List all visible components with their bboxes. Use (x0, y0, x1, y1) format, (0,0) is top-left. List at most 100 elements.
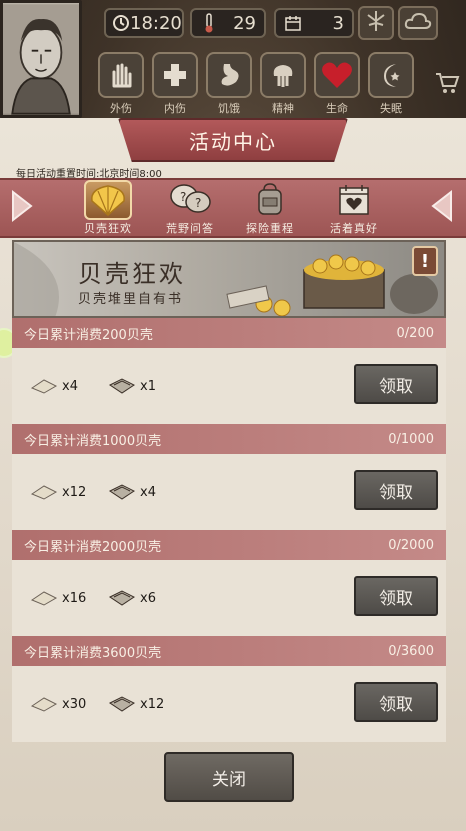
heart-icon (314, 52, 360, 98)
calendar-heart-icon (330, 180, 378, 220)
status-mental[interactable]: 精神 (258, 52, 308, 116)
reward-item-count: x12 (62, 484, 87, 500)
reward-header: 今日累计消费200贝壳 0/200 (12, 318, 446, 348)
time-display: 18:20 (104, 8, 184, 38)
chevron-right-icon (427, 188, 455, 228)
temperature-display: 29 (190, 8, 266, 38)
paper-icon (30, 482, 58, 502)
shop-cart-icon[interactable] (434, 70, 460, 96)
book-icon (108, 376, 136, 396)
reward-item: x4 (30, 374, 78, 398)
reward-progress: 0/1000 (388, 431, 434, 447)
reward-item: x4 (108, 480, 156, 504)
reward-item-count: x4 (140, 484, 156, 500)
reward-item: x1 (108, 374, 156, 398)
claim-button[interactable]: 领取 (354, 364, 438, 404)
moon-icon (368, 52, 414, 98)
day-value: 3 (332, 12, 344, 34)
paper-icon (30, 694, 58, 714)
reward-item-count: x1 (140, 378, 156, 394)
tab-wild-quiz[interactable]: ?? 荒野问答 (160, 180, 220, 238)
status-label: 外伤 (110, 102, 132, 115)
status-insomnia[interactable]: 失眠 (366, 52, 416, 116)
reward-item-count: x30 (62, 696, 87, 712)
temperature-value: 29 (233, 12, 256, 34)
time-value: 18:20 (130, 12, 182, 34)
book-icon (108, 588, 136, 608)
claim-button[interactable]: 领取 (354, 470, 438, 510)
tab-alive-good[interactable]: 活着真好 (324, 180, 384, 238)
close-button[interactable]: 关闭 (164, 752, 294, 802)
status-label: 失眠 (380, 102, 402, 115)
tab-shell-carnival[interactable]: 贝壳狂欢 (78, 180, 138, 238)
reward-row: x4 x1 领取 (12, 348, 446, 424)
reward-item-count: x6 (140, 590, 156, 606)
treasure-chest-icon (226, 254, 438, 316)
reward-row: x30 x12 领取 (12, 666, 446, 742)
paper-icon (30, 376, 58, 396)
backpack-icon (246, 180, 294, 220)
tab-label: 荒野问答 (166, 222, 214, 235)
tab-label: 探险重程 (246, 222, 294, 235)
reward-title: 今日累计消费2000贝壳 (24, 539, 162, 555)
reward-item-count: x16 (62, 590, 87, 606)
reward-item-count: x4 (62, 378, 78, 394)
event-banner: 贝壳狂欢 贝壳堆里自有书 ! (12, 240, 446, 318)
clock-icon (112, 12, 130, 34)
reward-row: x12 x4 领取 (12, 454, 446, 530)
banner-title: 贝壳狂欢 (78, 260, 186, 288)
reward-item-count: x12 (140, 696, 165, 712)
status-label: 生命 (326, 102, 348, 115)
status-injury[interactable]: 外伤 (96, 52, 146, 116)
reward-header: 今日累计消费3600贝壳 0/3600 (12, 636, 446, 666)
reward-progress: 0/3600 (388, 643, 434, 659)
svg-text:?: ? (195, 196, 201, 210)
book-icon (108, 482, 136, 502)
leaf-button[interactable] (358, 6, 394, 40)
panel-title: 活动中心 (118, 118, 348, 162)
calendar-icon (282, 12, 304, 34)
shell-icon (84, 180, 132, 220)
weather-button[interactable] (398, 6, 438, 40)
reward-progress: 0/2000 (388, 537, 434, 553)
status-label: 饥饿 (218, 102, 240, 115)
reward-item: x6 (108, 586, 156, 610)
status-row: 外伤 内伤 饥饿 精神 生命 失眠 (96, 52, 416, 116)
reward-item: x30 (30, 692, 86, 716)
tab-prev-button[interactable] (6, 188, 40, 228)
reward-item: x16 (30, 586, 86, 610)
claim-button[interactable]: 领取 (354, 576, 438, 616)
cloud-icon (404, 11, 432, 35)
reward-title: 今日累计消费1000贝壳 (24, 433, 162, 449)
leaf-icon (364, 9, 388, 37)
tab-expedition[interactable]: 探险重程 (240, 180, 300, 238)
info-button[interactable]: ! (412, 246, 438, 276)
svg-text:?: ? (180, 190, 186, 204)
reward-header: 今日累计消费2000贝壳 0/2000 (12, 530, 446, 560)
status-label: 内伤 (164, 102, 186, 115)
hand-icon (98, 52, 144, 98)
reward-progress: 0/200 (396, 325, 434, 341)
reward-header: 今日累计消费1000贝壳 0/1000 (12, 424, 446, 454)
cross-icon (152, 52, 198, 98)
reward-title: 今日累计消费3600贝壳 (24, 645, 162, 661)
status-life[interactable]: 生命 (312, 52, 362, 116)
stomach-icon (206, 52, 252, 98)
tab-label: 活着真好 (330, 222, 378, 235)
reward-row: x16 x6 领取 (12, 560, 446, 636)
character-portrait[interactable] (0, 0, 82, 118)
question-icon: ?? (166, 180, 214, 220)
status-hunger[interactable]: 饥饿 (204, 52, 254, 116)
tab-strip (0, 178, 466, 238)
claim-button[interactable]: 领取 (354, 682, 438, 722)
book-icon (108, 694, 136, 714)
banner-subtitle: 贝壳堆里自有书 (78, 292, 184, 307)
tab-next-button[interactable] (424, 188, 458, 228)
thermometer-icon (198, 12, 220, 34)
reward-item: x12 (108, 692, 164, 716)
day-display: 3 (274, 8, 354, 38)
tab-label: 贝壳狂欢 (84, 222, 132, 235)
status-label: 精神 (272, 102, 294, 115)
paper-icon (30, 588, 58, 608)
status-internal[interactable]: 内伤 (150, 52, 200, 116)
